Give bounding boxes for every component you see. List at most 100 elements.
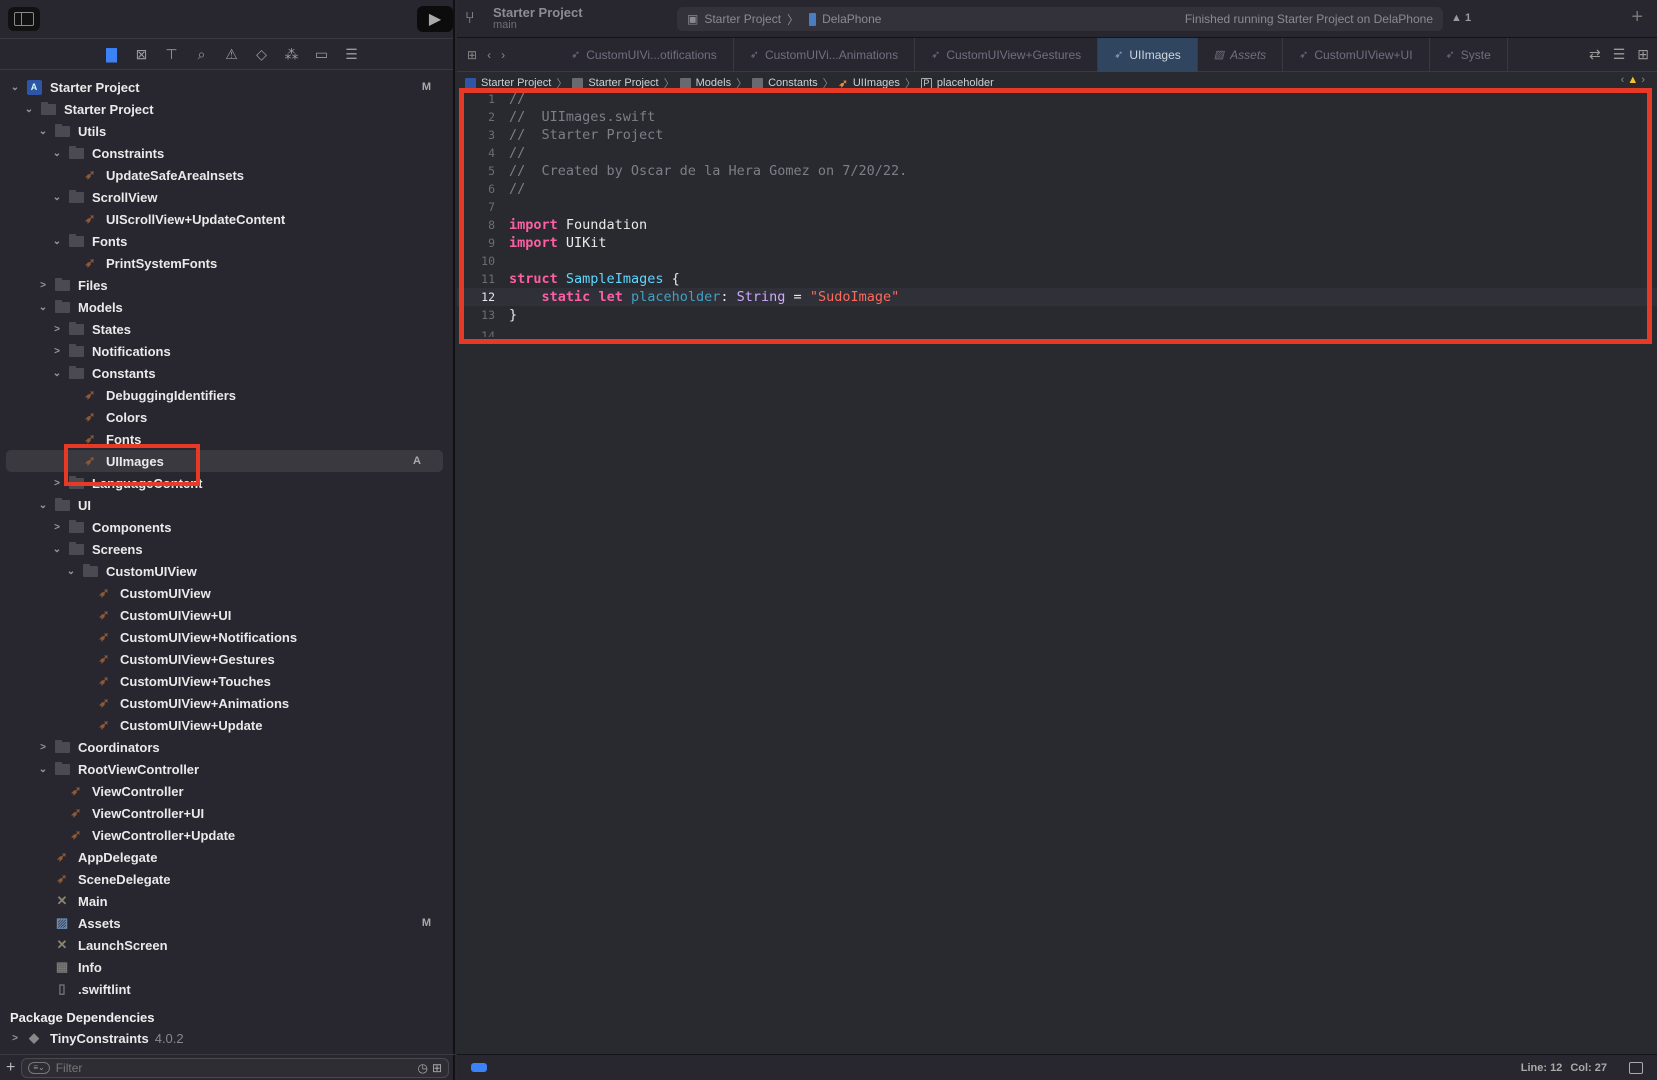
branch-name[interactable]: main — [493, 19, 583, 32]
chevron-right-icon[interactable]: > — [50, 346, 64, 357]
chevron-down-icon[interactable]: ⌄ — [50, 368, 64, 379]
chevron-right-icon[interactable]: > — [50, 324, 64, 335]
debug-area-indicator[interactable] — [471, 1063, 487, 1072]
recent-files-icon[interactable]: ◷ — [417, 1061, 427, 1075]
tree-item[interactable]: ⌄ UI — [0, 494, 453, 516]
filter-input[interactable]: ≡⌄ Filter ◷ ⊞ — [21, 1057, 449, 1078]
editor-tab[interactable]: ▨ Assets — [1198, 37, 1284, 72]
toggle-sidebar-button[interactable] — [8, 7, 40, 31]
debug-icon[interactable]: ⁂ — [283, 45, 301, 63]
add-library-button[interactable]: + — [1631, 6, 1643, 29]
tree-item[interactable]: ➶ Fonts — [0, 428, 453, 450]
search-icon[interactable]: ⌕ — [193, 45, 211, 63]
scheme-selector[interactable]: ▣ Starter Project 〉 DelaPhone Finished r… — [677, 7, 1443, 31]
chevron-right-icon[interactable]: > — [50, 478, 64, 489]
tree-item[interactable]: ➶ CustomUIView+UI — [0, 604, 453, 626]
code-line[interactable]: 13} — [457, 306, 1657, 324]
hierarchy-icon[interactable]: ⊤ — [163, 45, 181, 63]
tree-item[interactable]: ➶ UIScrollView+UpdateContent — [0, 208, 453, 230]
jump-bar-item[interactable]: UIImages — [853, 77, 900, 89]
tree-item[interactable]: ✕ LaunchScreen — [0, 934, 453, 956]
tree-item[interactable]: ➶ AppDelegate — [0, 846, 453, 868]
chevron-right-icon[interactable]: > — [8, 1033, 22, 1044]
scheme-name[interactable]: Starter Project — [704, 12, 781, 26]
tree-item[interactable]: ▦ Info — [0, 956, 453, 978]
warning-icon[interactable]: ▲ — [1627, 74, 1638, 86]
tree-item[interactable]: ➶ UpdateSafeAreaInsets — [0, 164, 453, 186]
tree-item[interactable]: ⌄ Utils — [0, 120, 453, 142]
tree-item[interactable]: ⌄ Models — [0, 296, 453, 318]
editor-tab[interactable]: ➶ CustomUIVi...otifications — [555, 37, 734, 72]
tree-item[interactable]: ➶ ViewController+UI — [0, 802, 453, 824]
tree-item[interactable]: ➶ ViewController — [0, 780, 453, 802]
tree-item[interactable]: ⌄ Fonts — [0, 230, 453, 252]
tree-item[interactable]: ➶ ViewController+Update — [0, 824, 453, 846]
jump-bar-item[interactable]: Models — [696, 77, 731, 89]
tree-item[interactable]: > States — [0, 318, 453, 340]
code-line[interactable]: 12 static let placeholder: String = "Sud… — [457, 288, 1657, 306]
code-editor[interactable]: 1 // 2 // UIImages.swift 3 // Starter Project… — [457, 90, 1657, 342]
tree-item[interactable]: > Components — [0, 516, 453, 538]
package-row[interactable]: > ◆ TinyConstraints 4.0.2 — [0, 1027, 453, 1049]
project-navigator-icon[interactable]: ▇ — [103, 45, 121, 63]
jump-bar-item[interactable]: Starter Project — [588, 77, 658, 89]
tree-item[interactable]: ⌄ Screens — [0, 538, 453, 560]
filter-options-icon[interactable]: ≡⌄ — [28, 1061, 50, 1074]
warning-count[interactable]: ▲ 1 — [1451, 12, 1471, 24]
tree-item[interactable]: ⌄ ScrollView — [0, 186, 453, 208]
tree-item[interactable]: ▨ Assets M — [0, 912, 453, 934]
tree-item[interactable]: ⌄ Starter Project — [0, 98, 453, 120]
editor-tab[interactable]: ➶ CustomUIVi...Animations — [734, 37, 916, 72]
chevron-right-icon[interactable]: > — [36, 280, 50, 291]
add-editor-icon[interactable]: ⊞ — [1637, 46, 1649, 63]
jump-bar-item[interactable]: Constants — [768, 77, 818, 89]
chevron-down-icon[interactable]: ⌄ — [36, 302, 50, 313]
add-file-button[interactable]: + — [6, 1059, 15, 1077]
tree-item[interactable]: ➶ SceneDelegate — [0, 868, 453, 890]
tree-item[interactable]: ➶ CustomUIView+Notifications — [0, 626, 453, 648]
chevron-left-icon[interactable]: ‹ — [1621, 74, 1625, 86]
tree-item[interactable]: > Coordinators — [0, 736, 453, 758]
chevron-down-icon[interactable]: ⌄ — [36, 126, 50, 137]
back-arrow-icon[interactable]: ‹ — [487, 48, 491, 62]
source-control-filter-icon[interactable]: ⊞ — [432, 1061, 442, 1075]
tree-item[interactable]: ⌄ Constants — [0, 362, 453, 384]
chevron-down-icon[interactable]: ⌄ — [50, 236, 64, 247]
grid-icon[interactable]: ⊞ — [467, 48, 477, 62]
device-name[interactable]: DelaPhone — [822, 12, 881, 26]
jump-bar-item[interactable]: Starter Project — [481, 77, 551, 89]
code-line[interactable]: 14 — [457, 324, 1657, 342]
tree-item[interactable]: > LanguageContent — [0, 472, 453, 494]
code-line[interactable]: 8 import Foundation — [457, 216, 1657, 234]
tree-item[interactable]: ⌄ Constraints — [0, 142, 453, 164]
test-icon[interactable]: ◇ — [253, 45, 271, 63]
breakpoint-icon[interactable]: ▭ — [313, 45, 331, 63]
chevron-down-icon[interactable]: ⌄ — [64, 566, 78, 577]
tree-item[interactable]: ➶ UIImages A — [6, 450, 443, 472]
tree-item[interactable]: ✕ Main — [0, 890, 453, 912]
code-line[interactable]: 11 struct SampleImages { — [457, 270, 1657, 288]
code-line[interactable]: 4 // — [457, 144, 1657, 162]
code-line[interactable]: 9 import UIKit — [457, 234, 1657, 252]
code-line[interactable]: 5 // Created by Oscar de la Hera Gomez on… — [457, 162, 1657, 180]
editor-tab[interactable]: ➶ Syste — [1430, 37, 1508, 72]
forward-arrow-icon[interactable]: › — [501, 48, 505, 62]
debug-panel-icon[interactable] — [1629, 1061, 1643, 1074]
warning-icon[interactable]: ⚠ — [223, 45, 241, 63]
tree-item[interactable]: ➶ DebuggingIdentifiers — [0, 384, 453, 406]
code-line[interactable]: 10 — [457, 252, 1657, 270]
code-line[interactable]: 7 — [457, 198, 1657, 216]
tree-item[interactable]: ⌄ CustomUIView — [0, 560, 453, 582]
chevron-right-icon[interactable]: > — [36, 742, 50, 753]
code-line[interactable]: 6 // — [457, 180, 1657, 198]
chevron-down-icon[interactable]: ⌄ — [50, 148, 64, 159]
tree-item[interactable]: > Files — [0, 274, 453, 296]
tree-item[interactable]: ⌄ RootViewController — [0, 758, 453, 780]
tree-item[interactable]: > Notifications — [0, 340, 453, 362]
tree-item[interactable]: ⌄ A Starter Project M — [0, 76, 453, 98]
chevron-down-icon[interactable]: ⌄ — [36, 764, 50, 775]
chevron-down-icon[interactable]: ⌄ — [36, 500, 50, 511]
chevron-right-icon[interactable]: > — [50, 522, 64, 533]
tree-item[interactable]: ➶ CustomUIView+Animations — [0, 692, 453, 714]
code-line[interactable]: 1 // — [457, 90, 1657, 108]
